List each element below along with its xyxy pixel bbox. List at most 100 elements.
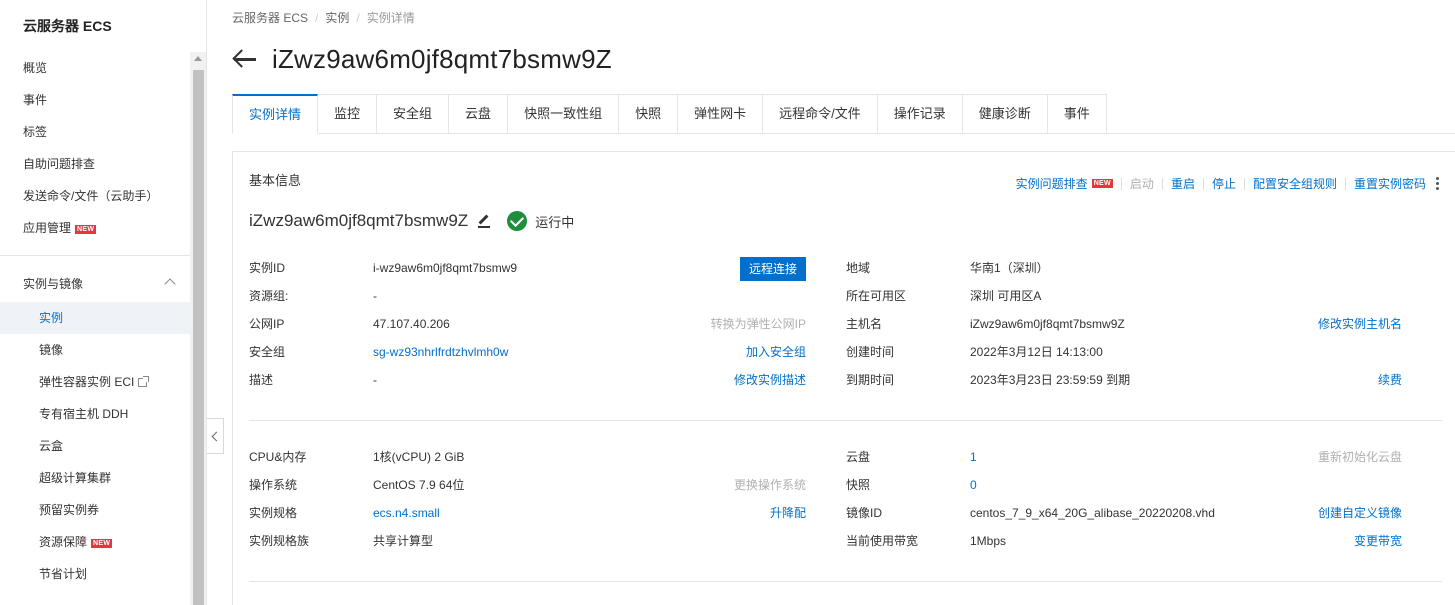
reset-password-link[interactable]: 重置实例密码 [1354,175,1426,192]
sidebar-item-label: 事件 [23,93,48,107]
instance-type-link[interactable]: ecs.n4.small [373,505,440,521]
tab-instance-details[interactable]: 实例详情 [232,94,319,134]
breadcrumb: 云服务器 ECS / 实例 / 实例详情 [232,11,415,25]
new-badge: NEW [91,539,113,548]
tab-health-diagnosis[interactable]: 健康诊断 [962,94,1048,134]
sidebar-item-label: 预留实例券 [39,503,100,517]
remote-connect-button[interactable]: 远程连接 [740,257,806,281]
sidebar-item-app-management[interactable]: 应用管理 NEW [0,212,190,244]
snapshot-label: 快照 [846,478,871,492]
sidebar-item-label: 标签 [23,125,48,139]
sidebar-item-savings-plan[interactable]: 节省计划 [0,558,190,590]
sidebar-collapse-button[interactable] [207,418,224,454]
renew-link[interactable]: 续费 [1378,372,1402,388]
join-security-group-link[interactable]: 加入安全组 [746,344,806,360]
sidebar-item-cloud-box[interactable]: 云盒 [0,430,190,462]
tab-snapshot-groups[interactable]: 快照一致性组 [508,94,620,134]
security-group-link[interactable]: sg-wz93nhrlfrdtzhvlmh0w [373,344,508,360]
change-bandwidth-link[interactable]: 变更带宽 [1354,533,1402,549]
sidebar-item-resource-assurance[interactable]: 资源保障 NEW [0,526,190,558]
hostname-label: 主机名 [846,317,883,331]
sidebar-group-instances-images[interactable]: 实例与镜像 [0,266,190,302]
instance-family-label: 实例规格族 [249,534,310,548]
edit-description-link[interactable]: 修改实例描述 [734,372,806,388]
reinit-disk-link[interactable]: 重新初始化云盘 [1318,449,1402,465]
resource-group-label: 资源组: [249,289,289,303]
sidebar-item-eci[interactable]: 弹性容器实例 ECI [0,366,190,398]
more-options-icon[interactable] [1436,176,1440,191]
tab-operation-logs[interactable]: 操作记录 [877,94,963,134]
instance-id-label: 实例ID [249,261,286,275]
created-time-label: 创建时间 [846,345,895,359]
description-value: - [373,373,377,387]
edit-icon[interactable] [477,214,491,228]
sidebar-item-label: 节省计划 [39,567,88,581]
start-button[interactable]: 启动 [1130,175,1154,192]
change-os-link[interactable]: 更换操作系统 [734,477,806,493]
sidebar-item-images[interactable]: 镜像 [0,334,190,366]
disk-count-link[interactable]: 1 [970,449,977,465]
section-divider [249,581,1442,582]
sidebar-item-ddh[interactable]: 专有宿主机 DDH [0,398,190,430]
page-header: iZwz9aw6m0jf8qmt7bsmw9Z [232,42,612,76]
tab-events[interactable]: 事件 [1047,94,1107,134]
chevron-up-icon [164,278,176,290]
create-custom-image-link[interactable]: 创建自定义镜像 [1318,505,1402,521]
new-badge: NEW [1091,179,1113,188]
restart-button[interactable]: 重启 [1171,175,1195,192]
tab-security-groups[interactable]: 安全组 [377,94,450,134]
sidebar-item-tags[interactable]: 标签 [0,116,190,148]
sidebar-item-label: 概览 [23,61,48,75]
tab-snapshots[interactable]: 快照 [619,94,679,134]
cpu-memory-value: 1核(vCPU) 2 GiB [373,450,465,464]
breadcrumb-instances[interactable]: 实例 [325,11,349,25]
instance-id-value: i-wz9aw6m0jf8qmt7bsmw9 [373,261,518,275]
cpu-memory-label: CPU&内存 [249,450,307,464]
tab-remote-commands[interactable]: 远程命令/文件 [763,94,878,134]
edit-hostname-link[interactable]: 修改实例主机名 [1318,316,1402,332]
breadcrumb-current: 实例详情 [366,11,415,25]
hostname-value: iZwz9aw6m0jf8qmt7bsmw9Z [970,317,1125,331]
expire-time-value: 2023年3月23日 23:59:59 到期 [970,373,1131,387]
divider [1202,177,1204,190]
resource-group-value: - [373,289,377,303]
tab-monitoring[interactable]: 监控 [318,94,378,134]
breadcrumb-ecs[interactable]: 云服务器 ECS [232,11,308,25]
sidebar-item-reserved[interactable]: 预留实例券 [0,494,190,526]
sidebar-item-label: 实例 [39,311,64,325]
tab-disks[interactable]: 云盘 [449,94,509,134]
page-title: iZwz9aw6m0jf8qmt7bsmw9Z [272,43,612,74]
instance-family-value: 共享计算型 [373,534,434,548]
sidebar: 云服务器 ECS 概览 事件 标签 自助问题排查 发送命令/文件（云助手） 应用… [0,0,207,605]
sidebar-item-send-command[interactable]: 发送命令/文件（云助手） [0,180,190,212]
action-bar: 实例问题排查 NEW 启动 重启 停止 配置安全组规则 重置实例密码 [1016,175,1440,192]
scroll-up-arrow-icon[interactable] [194,56,202,61]
os-value: CentOS 7.9 64位 [373,478,465,492]
tab-eni[interactable]: 弹性网卡 [678,94,764,134]
tab-bar: 实例详情 监控 安全组 云盘 快照一致性组 快照 弹性网卡 远程命令/文件 操作… [232,94,1107,134]
sidebar-scrollbar-thumb[interactable] [193,70,204,605]
sidebar-item-self-troubleshoot[interactable]: 自助问题排查 [0,148,190,180]
stop-button[interactable]: 停止 [1212,175,1236,192]
upgrade-downgrade-link[interactable]: 升降配 [770,505,806,521]
convert-eip-link[interactable]: 转换为弹性公网IP [711,316,806,332]
sidebar-title: 云服务器 ECS [23,18,112,34]
zone-label: 所在可用区 [846,289,907,303]
external-link-icon [138,376,150,387]
expire-time-label: 到期时间 [846,373,895,387]
image-id-label: 镜像ID [846,506,883,520]
description-label: 描述 [249,373,274,387]
back-arrow-icon[interactable] [232,49,258,69]
instance-status: 运行中 [535,214,575,230]
section-divider [249,420,1442,421]
snapshot-count-link[interactable]: 0 [970,477,977,493]
troubleshoot-link[interactable]: 实例问题排查 [1016,175,1088,192]
sidebar-item-scc[interactable]: 超级计算集群 [0,462,190,494]
sidebar-item-instances[interactable]: 实例 [0,302,190,334]
divider [1120,177,1122,190]
security-rules-link[interactable]: 配置安全组规则 [1253,175,1337,192]
sidebar-item-overview[interactable]: 概览 [0,52,190,84]
os-label: 操作系统 [249,478,298,492]
sidebar-item-events[interactable]: 事件 [0,84,190,116]
sidebar-item-label: 资源保障 [39,535,88,549]
